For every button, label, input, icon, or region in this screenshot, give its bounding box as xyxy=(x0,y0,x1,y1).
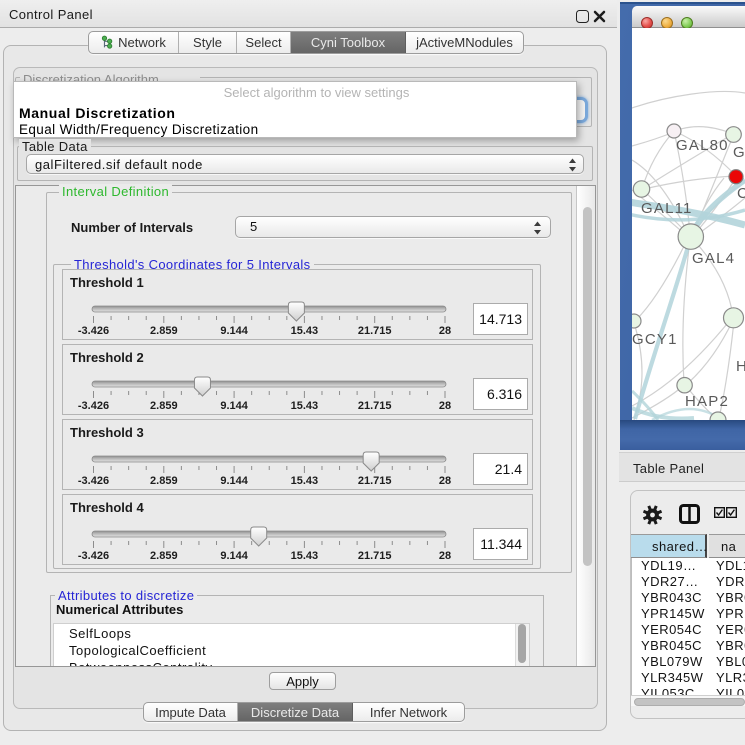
svg-text:GAL80: GAL80 xyxy=(676,137,729,154)
svg-text:GCY1: GCY1 xyxy=(632,331,678,348)
svg-text:GAL11: GAL11 xyxy=(641,200,693,217)
svg-text:HAP2: HAP2 xyxy=(685,393,729,410)
svg-text:HA: HA xyxy=(736,358,745,375)
svg-text:CA: CA xyxy=(737,185,745,202)
svg-text:GAL4: GAL4 xyxy=(692,250,735,267)
svg-text:GA: GA xyxy=(733,144,745,161)
